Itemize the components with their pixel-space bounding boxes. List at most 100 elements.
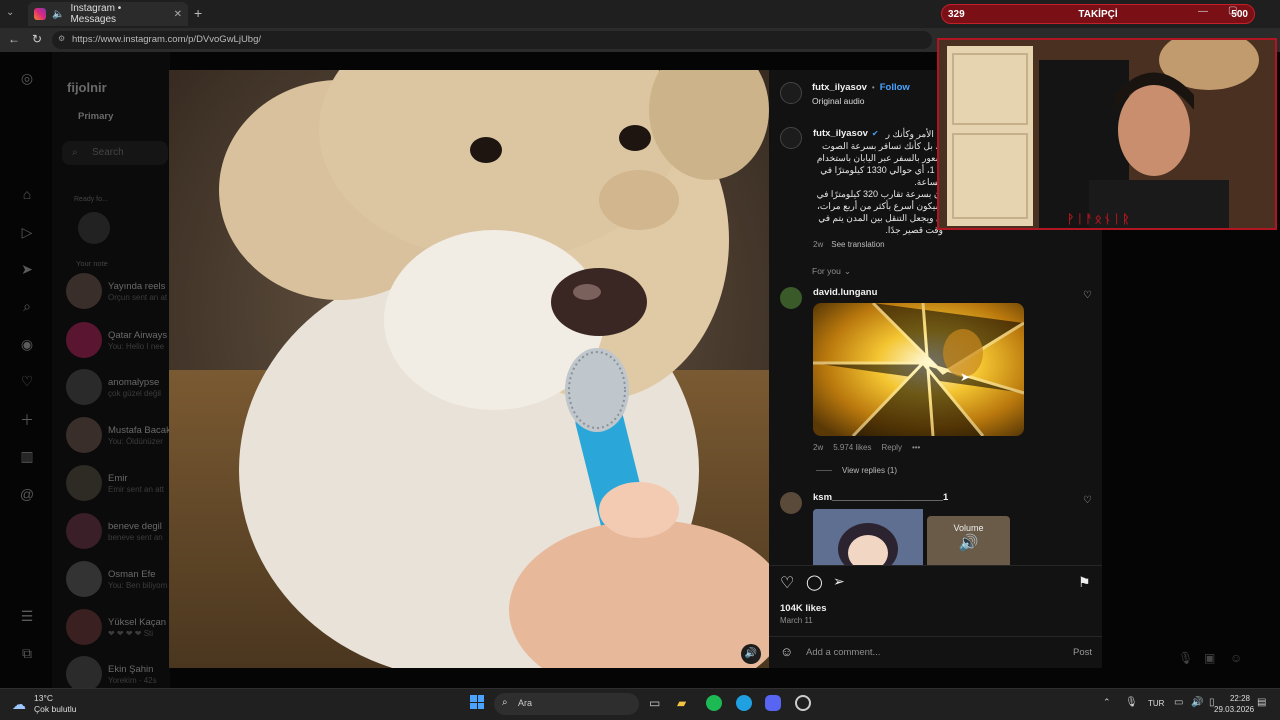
- dm-item[interactable]: Emir Emir sent an att: [66, 463, 164, 503]
- emoji-icon[interactable]: ☺: [780, 644, 793, 659]
- dm-item[interactable]: Osman Efe You: Ben biliyom: [66, 559, 167, 599]
- search-input[interactable]: Search: [62, 141, 168, 165]
- minimize-icon[interactable]: —: [1198, 6, 1208, 17]
- search-icon[interactable]: ⌕: [18, 298, 36, 316]
- for-you-dropdown[interactable]: For you ⌄: [812, 266, 851, 277]
- spotify-icon[interactable]: [706, 695, 722, 711]
- network-icon[interactable]: ▭: [1174, 697, 1183, 708]
- microphone-icon[interactable]: 🎙: [1125, 697, 1138, 708]
- save-bookmark-icon[interactable]: ⚑: [1078, 574, 1091, 591]
- caption-author-avatar[interactable]: [780, 127, 802, 149]
- voice-message-icon[interactable]: 🎙: [1178, 651, 1193, 665]
- view-replies[interactable]: View replies (1): [816, 466, 897, 475]
- avatar: [66, 369, 102, 405]
- commenter-avatar[interactable]: [780, 287, 802, 309]
- tab-primary[interactable]: Primary: [78, 111, 113, 122]
- image-upload-icon[interactable]: ▣: [1204, 651, 1215, 665]
- url-field[interactable]: https://www.instagram.com/p/DVvoGwLjUbg/: [52, 31, 932, 49]
- comment-input[interactable]: Add a comment...: [806, 647, 1056, 658]
- dm-item[interactable]: beneve degil beneve sent an: [66, 511, 163, 551]
- discord-icon[interactable]: [765, 695, 781, 711]
- close-tab-icon[interactable]: ✕: [174, 9, 182, 20]
- share-send-icon[interactable]: ➢: [833, 573, 845, 590]
- note-bubble[interactable]: Ready fo...: [74, 196, 108, 203]
- post-comment-button[interactable]: Post: [1073, 647, 1092, 658]
- browser-tab[interactable]: 🔈 Instagram • Messages ✕: [28, 2, 188, 26]
- dm-item[interactable]: anomalypse çok güzel değil: [66, 367, 161, 407]
- author-avatar[interactable]: [780, 82, 802, 104]
- edge-browser-icon[interactable]: [736, 695, 752, 711]
- account-username[interactable]: fijolnir: [67, 80, 107, 95]
- dm-item[interactable]: Yayında reels Orçun sent an at: [66, 271, 167, 311]
- speaker-icon[interactable]: 🔈: [52, 9, 64, 20]
- tab-list-chevron-icon[interactable]: ⌄: [6, 7, 14, 18]
- comment-bubble-icon[interactable]: ◯: [806, 573, 823, 591]
- streamer-webcam: ᚹᛁᚨᛟᚾᛁᚱ: [937, 38, 1277, 230]
- volume-thumbnail[interactable]: Volume 🔊: [927, 516, 1010, 565]
- more-menu-icon[interactable]: ☰: [18, 608, 36, 626]
- comment-username[interactable]: ksm_____________________1: [813, 492, 948, 503]
- reply-button[interactable]: Reply: [881, 443, 901, 452]
- volume-icon[interactable]: 🔊: [1191, 697, 1203, 708]
- also-from-meta-icon[interactable]: ⧉: [18, 645, 36, 663]
- comment-like-heart-icon[interactable]: ♡: [1083, 290, 1092, 301]
- taskbar-search-icon: ⌕: [502, 697, 508, 708]
- reload-icon[interactable]: ↻: [32, 32, 42, 46]
- new-tab-button[interactable]: +: [194, 5, 202, 21]
- comment-time: 2w: [813, 443, 824, 452]
- instagram-logo-icon[interactable]: ◎: [18, 70, 36, 88]
- file-explorer-icon[interactable]: ▰: [677, 696, 686, 710]
- follow-button[interactable]: Follow: [880, 82, 910, 93]
- author-username[interactable]: futx_ilyasov: [812, 82, 867, 93]
- dm-item[interactable]: Qatar Airways You: Hello I nee: [66, 320, 167, 360]
- caption-author-username[interactable]: futx_ilyasov: [813, 128, 868, 140]
- caption-meta: 2w See translation: [813, 240, 885, 249]
- app-icon[interactable]: [795, 695, 811, 711]
- follower-current-count: 329: [948, 8, 965, 20]
- notifications-heart-icon[interactable]: ♡: [18, 373, 36, 391]
- start-windows-icon[interactable]: [470, 695, 484, 709]
- own-avatar[interactable]: [78, 212, 110, 244]
- likes-count[interactable]: 104K likes: [780, 603, 826, 614]
- dm-preview: You: Öldünüzer: [108, 437, 163, 446]
- tray-chevron-up-icon[interactable]: ⌃: [1103, 697, 1111, 708]
- clock[interactable]: 22:28 29.03.2026: [1214, 693, 1254, 715]
- dm-item[interactable]: Yüksel Kaçan ❤ ❤ ❤ ❤ Sti: [66, 607, 166, 647]
- explore-icon[interactable]: ◉: [18, 336, 36, 354]
- audio-link[interactable]: Original audio: [812, 96, 864, 106]
- avatar: [66, 273, 102, 309]
- comment-gif[interactable]: [813, 303, 1024, 436]
- create-plus-icon[interactable]: ＋: [18, 410, 36, 428]
- comment-username[interactable]: david.lunganu: [813, 287, 877, 298]
- dm-preview: çok güzel değil: [108, 389, 161, 398]
- sticker-icon[interactable]: ☺: [1230, 651, 1242, 665]
- messages-icon[interactable]: ➤: [18, 261, 36, 279]
- comment-meta: 2w 5.974 likes Reply •••: [813, 443, 920, 452]
- commenter-avatar[interactable]: [780, 492, 802, 514]
- mute-toggle-icon[interactable]: 🔊: [741, 644, 761, 664]
- comment-anime-image[interactable]: [813, 509, 923, 565]
- back-arrow-icon[interactable]: ←: [8, 32, 20, 46]
- notification-icon[interactable]: ▤: [1257, 697, 1266, 708]
- reels-icon[interactable]: ▷: [18, 224, 36, 242]
- dashboard-icon[interactable]: ▥: [18, 448, 36, 466]
- comment-like-heart-icon[interactable]: ♡: [1083, 495, 1092, 506]
- more-options-icon[interactable]: •••: [912, 443, 920, 452]
- maximize-icon[interactable]: ▢: [1228, 5, 1237, 16]
- dm-item[interactable]: Mustafa Bacak You: Öldünüzer: [66, 415, 171, 455]
- site-info-icon[interactable]: ⚙: [58, 34, 65, 43]
- anime-girl-image: [813, 509, 923, 565]
- like-heart-icon[interactable]: ♡: [780, 573, 794, 593]
- taskbar-search[interactable]: Ara: [494, 693, 639, 715]
- see-translation-link[interactable]: See translation: [831, 240, 884, 249]
- task-view-icon[interactable]: ▭: [649, 696, 660, 710]
- weather-widget[interactable]: 13°C Çok bulutlu: [34, 693, 77, 715]
- input-language[interactable]: TUR: [1148, 699, 1164, 708]
- webcam-feed: [939, 40, 1275, 228]
- avatar: [66, 609, 102, 645]
- comment-likes[interactable]: 5.974 likes: [833, 443, 871, 452]
- threads-icon[interactable]: @: [18, 486, 36, 504]
- home-icon[interactable]: ⌂: [18, 186, 36, 204]
- avatar: [66, 656, 102, 692]
- reel-video[interactable]: [169, 70, 769, 668]
